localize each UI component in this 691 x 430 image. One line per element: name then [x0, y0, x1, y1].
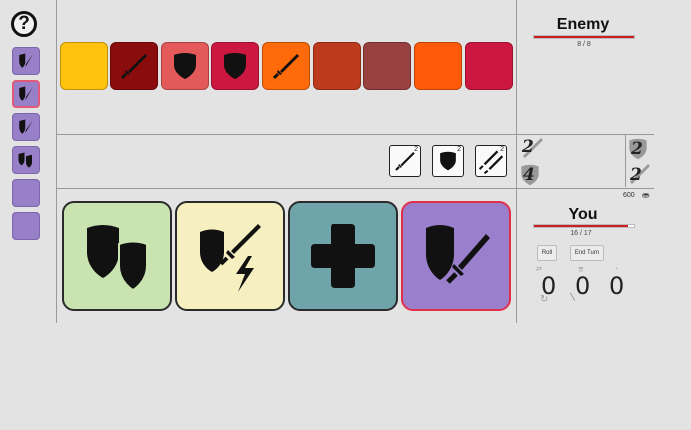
player-hp-text: 16 / 17: [570, 230, 592, 237]
right-divider: [516, 0, 517, 323]
enemy-defense-value: 4: [523, 165, 535, 185]
sidebar-item-2[interactable]: [12, 80, 40, 108]
shield-sword-icon: [19, 119, 33, 134]
sidebar-item-5[interactable]: [12, 179, 40, 207]
player-attack-value: 2: [630, 165, 642, 185]
enemy-die-3[interactable]: [161, 42, 209, 90]
enemy-hp-fill: [534, 36, 634, 38]
sidebar-item-6[interactable]: [12, 212, 40, 240]
counter-2: 0: [575, 272, 591, 300]
enemy-die-9[interactable]: [465, 42, 513, 90]
end-turn-button[interactable]: End Turn: [570, 245, 604, 261]
cycle-icon: ↻: [540, 294, 549, 305]
sidebar-item-4[interactable]: [12, 146, 40, 174]
hand-card-3[interactable]: [288, 201, 398, 311]
enemy-die-2[interactable]: [110, 42, 158, 90]
intent-attack[interactable]: 2: [389, 145, 421, 177]
hand-card-1[interactable]: [62, 201, 172, 311]
sidebar-item-3[interactable]: [12, 113, 40, 141]
enemy-hp-text: 8 / 8: [577, 41, 591, 48]
enemy-die-7[interactable]: [363, 42, 411, 90]
sword-icon: [272, 54, 299, 80]
intent-defend[interactable]: 2: [432, 145, 464, 177]
coins-icon: ⛂: [642, 190, 650, 200]
player-hp-bar: [533, 224, 635, 228]
player-hp-fill: [534, 225, 628, 227]
player-defense-value: 2: [631, 139, 643, 159]
shield-sword-icon: [426, 225, 490, 284]
enemy-die-6[interactable]: [313, 42, 361, 90]
shield-icon: [440, 151, 456, 171]
shield-sword-icon: [19, 86, 33, 101]
shield-icon: [224, 53, 246, 79]
double-shield-icon: [18, 152, 32, 168]
double-shield-icon: [87, 225, 148, 292]
help-button[interactable]: ?: [11, 11, 37, 37]
shield-sword-icon: [19, 53, 33, 68]
enemy-row-divider: [56, 134, 654, 135]
player-name: You: [568, 206, 598, 223]
heal-cross-icon: [311, 224, 375, 288]
help-icon: ?: [18, 13, 30, 34]
enemy-die-5[interactable]: [262, 42, 310, 90]
tick-icon: ʹ: [616, 266, 618, 276]
enemy-hp-bar: [533, 35, 635, 39]
sword-icon: [120, 54, 147, 80]
intent-multi-attack[interactable]: 2: [475, 145, 507, 177]
hand-row-divider: [56, 188, 654, 189]
hand-card-2[interactable]: [175, 201, 285, 311]
shield-sword-lightning-icon: [200, 224, 261, 292]
enemy-attack-value: 2: [522, 137, 534, 157]
gold-amount: 600: [623, 192, 635, 199]
intent-multi-value: 2: [500, 146, 504, 153]
intent-attack-value: 2: [414, 146, 418, 153]
enemy-die-8[interactable]: [414, 42, 462, 90]
enemy-name: Enemy: [556, 16, 610, 33]
hand-card-4[interactable]: [401, 201, 511, 311]
enemy-die-4[interactable]: [211, 42, 259, 90]
shield-icon: [174, 53, 196, 79]
sidebar-item-1[interactable]: [12, 47, 40, 75]
counter-3: 0: [609, 272, 625, 300]
intent-defend-value: 2: [457, 146, 461, 153]
roll-button[interactable]: Roll: [537, 245, 557, 261]
enemy-die-1[interactable]: [60, 42, 108, 90]
left-divider: [56, 0, 57, 323]
